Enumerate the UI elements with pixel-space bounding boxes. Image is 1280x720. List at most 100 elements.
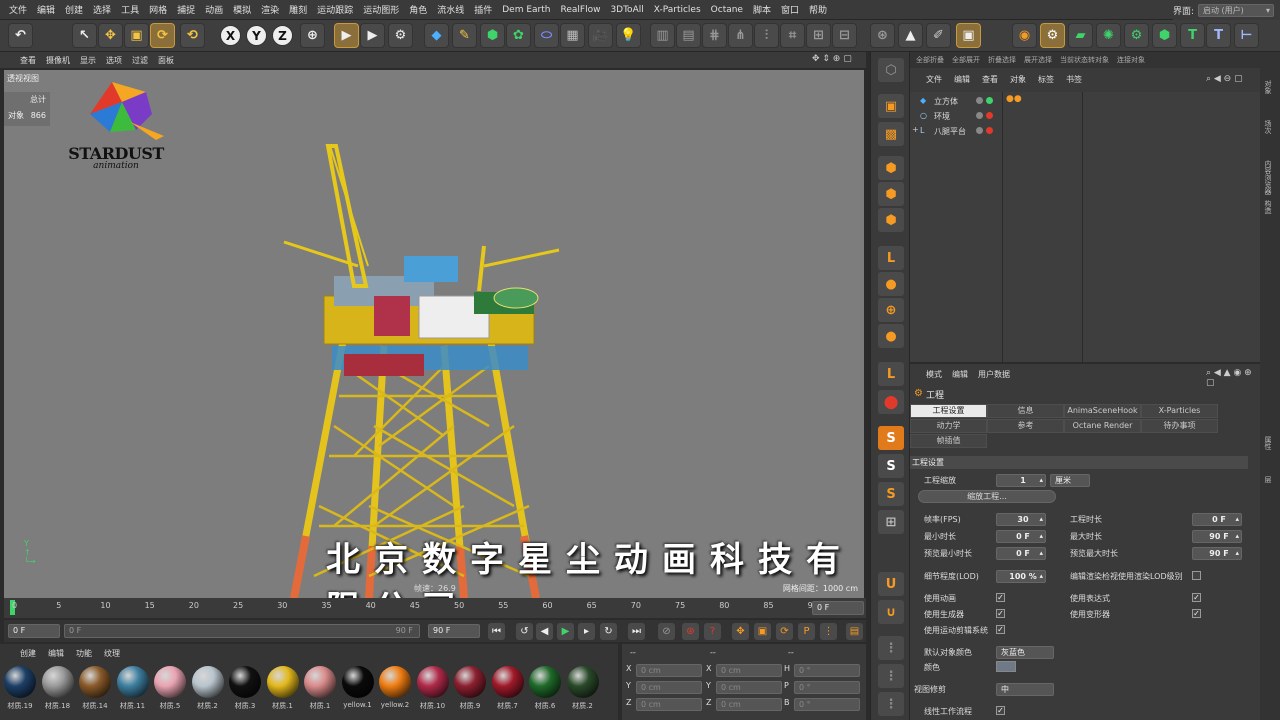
magnet-icon[interactable]: ∪ xyxy=(878,600,904,624)
manager-tab[interactable]: 构造 xyxy=(1263,200,1273,214)
menu-item[interactable]: 运动图形 xyxy=(358,3,404,16)
material-swatch[interactable]: 材质.19 xyxy=(2,666,38,712)
object-menu-item[interactable]: 对象 xyxy=(1010,74,1026,85)
viewport-menu-item[interactable]: 面板 xyxy=(158,55,174,66)
attribute-tab[interactable]: X-Particles xyxy=(1141,404,1218,418)
record-mode-icon[interactable]: ⊘ xyxy=(658,623,675,640)
start-frame-field[interactable]: 0 F xyxy=(8,624,60,638)
attribute-menu-item[interactable]: 编辑 xyxy=(952,369,968,380)
object-top-button[interactable]: 折叠选择 xyxy=(988,55,1016,65)
xp-system-icon[interactable]: ✺ xyxy=(1096,23,1121,48)
next-frame-icon[interactable]: ▸ xyxy=(578,623,595,640)
modeling-mode-icon[interactable]: ⬡ xyxy=(878,58,904,82)
cloner-icon[interactable]: ✿ xyxy=(506,23,531,48)
attribute-tab[interactable]: AnimaSceneHook xyxy=(1064,404,1141,418)
object-list[interactable]: ◆ 立方体 ●● ○ 环境 + L 八腿平台 xyxy=(910,92,1260,362)
scale-icon[interactable]: ▣ xyxy=(124,23,149,48)
current-frame-field[interactable]: 0 F xyxy=(812,601,864,615)
viewport-menu-item[interactable]: 摄像机 xyxy=(46,55,70,66)
attribute-tab[interactable]: 参考 xyxy=(987,419,1064,433)
record-key-icon[interactable]: ⊛ xyxy=(682,623,699,640)
menu-item[interactable]: 窗口 xyxy=(776,3,804,16)
material-menu-item[interactable]: 创建 xyxy=(20,648,36,659)
material-swatch[interactable]: 材质.1 xyxy=(265,666,301,712)
snap-tool-icon[interactable]: ⊛ xyxy=(870,23,895,48)
modeling-tool-8-icon[interactable]: ⊟ xyxy=(832,23,857,48)
extra-tool-1-icon[interactable]: ⋮ xyxy=(878,636,904,660)
xp-gear-icon[interactable]: ⚙ xyxy=(1124,23,1149,48)
menu-item[interactable]: 模拟 xyxy=(228,3,256,16)
material-menu-item[interactable]: 功能 xyxy=(76,648,92,659)
use-motion-checkbox[interactable]: ✓ xyxy=(996,625,1005,634)
material-menu-item[interactable]: 编辑 xyxy=(48,648,64,659)
coordinate-system-icon[interactable]: ⊕ xyxy=(300,23,325,48)
use-animation-checkbox[interactable]: ✓ xyxy=(996,593,1005,602)
octane-live-icon[interactable]: ◉ xyxy=(1012,23,1037,48)
manager-tab[interactable]: 场次 xyxy=(1263,120,1273,134)
color-swatch[interactable] xyxy=(996,661,1016,672)
preview-max-field[interactable]: 90 F xyxy=(1192,547,1242,560)
y-axis-icon[interactable]: Y xyxy=(246,25,267,46)
rotate-icon[interactable]: ⟳ xyxy=(150,23,175,48)
polygons-mode-icon[interactable]: ⬢ xyxy=(878,208,904,232)
snap-magnet-icon[interactable]: U xyxy=(878,572,904,596)
manager-tab[interactable]: 属性 xyxy=(1263,436,1273,450)
menu-item[interactable]: 工具 xyxy=(116,3,144,16)
render-view-icon[interactable]: ▶ xyxy=(334,23,359,48)
axis-mode-icon[interactable]: L xyxy=(878,246,904,270)
menu-item[interactable]: Octane xyxy=(706,5,748,15)
viewport-menu-item[interactable]: 显示 xyxy=(80,55,96,66)
material-swatch[interactable]: 材质.2 xyxy=(190,666,226,712)
manager-tab[interactable]: 对象 xyxy=(1263,80,1273,94)
shapes-icon[interactable]: ▲ xyxy=(898,23,923,48)
menu-item[interactable]: 网格 xyxy=(144,3,172,16)
extra-tool-3-icon[interactable]: ⋮ xyxy=(878,692,904,716)
object-menu-item[interactable]: 编辑 xyxy=(954,74,970,85)
position-field[interactable]: 0 cm xyxy=(636,664,702,677)
menu-item[interactable]: 编辑 xyxy=(32,3,60,16)
texture-mode-icon[interactable]: ▩ xyxy=(878,122,904,146)
x-axis-icon[interactable]: X xyxy=(220,25,241,46)
timeline-ruler[interactable]: 051015202530354045505560657075808590 0 F xyxy=(4,598,866,618)
modeling-tool-7-icon[interactable]: ⊞ xyxy=(806,23,831,48)
attribute-tab[interactable]: 帧插值 xyxy=(910,434,987,448)
object-top-button[interactable]: 全部展开 xyxy=(952,55,980,65)
3d-viewport[interactable]: 透视视图 总计 对象 866 STARDUST animation 北京数字星尘… xyxy=(4,70,864,598)
visibility-dot[interactable] xyxy=(976,97,983,104)
layer-icon[interactable]: ⊞ xyxy=(878,510,904,534)
modeling-tool-4-icon[interactable]: ⋔ xyxy=(728,23,753,48)
undo-icon[interactable]: ↶ xyxy=(8,23,33,48)
material-menu-item[interactable]: 纹理 xyxy=(104,648,120,659)
material-swatch[interactable]: 材质.6 xyxy=(527,666,563,712)
camera-icon[interactable]: 🎥 xyxy=(588,23,613,48)
light-icon[interactable]: 💡 xyxy=(616,23,641,48)
menu-item[interactable]: 3DToAll xyxy=(605,5,648,15)
scale-unit-select[interactable]: 厘米 xyxy=(1050,474,1090,487)
deformer-icon[interactable]: ⬭ xyxy=(534,23,559,48)
hierarchy-icon[interactable]: ⊢ xyxy=(1234,23,1259,48)
octane-settings-icon[interactable]: ⚙ xyxy=(1040,23,1065,48)
menu-item[interactable]: RealFlow xyxy=(555,5,605,15)
material-swatch[interactable]: 材质.9 xyxy=(452,666,488,712)
text-spline-icon[interactable]: T xyxy=(1206,23,1231,48)
rotation-field[interactable]: 0 ° xyxy=(794,698,860,711)
object-row-cube[interactable]: ◆ 立方体 ●● xyxy=(910,94,1260,108)
attribute-tab[interactable]: 动力学 xyxy=(910,419,987,433)
render-picture-icon[interactable]: ▶ xyxy=(360,23,385,48)
object-top-button[interactable]: 全部折叠 xyxy=(916,55,944,65)
object-menu-item[interactable]: 标签 xyxy=(1038,74,1054,85)
linear-workflow-checkbox[interactable]: ✓ xyxy=(996,706,1005,715)
modeling-tool-3-icon[interactable]: ⋕ xyxy=(702,23,727,48)
timeline-window-icon[interactable]: ▤ xyxy=(846,623,863,640)
attribute-nav-icons[interactable]: ⌕ ◀ ▲ ◉ ⊕ ▢ xyxy=(1206,368,1260,388)
prev-key-icon[interactable]: ↺ xyxy=(516,623,533,640)
modeling-tool-6-icon[interactable]: ⌗ xyxy=(780,23,805,48)
menu-item[interactable]: 捕捉 xyxy=(172,3,200,16)
z-axis-icon[interactable]: Z xyxy=(272,25,293,46)
object-menu-item[interactable]: 文件 xyxy=(926,74,942,85)
key-pla-icon[interactable]: ⋮ xyxy=(820,623,837,640)
use-deformer-checkbox[interactable]: ✓ xyxy=(1192,609,1201,618)
render-dot[interactable] xyxy=(986,127,993,134)
extra-tool-2-icon[interactable]: ⋮ xyxy=(878,664,904,688)
viewport-nav-icons[interactable]: ✥ ⇕ ⊕ ▢ xyxy=(812,54,852,64)
